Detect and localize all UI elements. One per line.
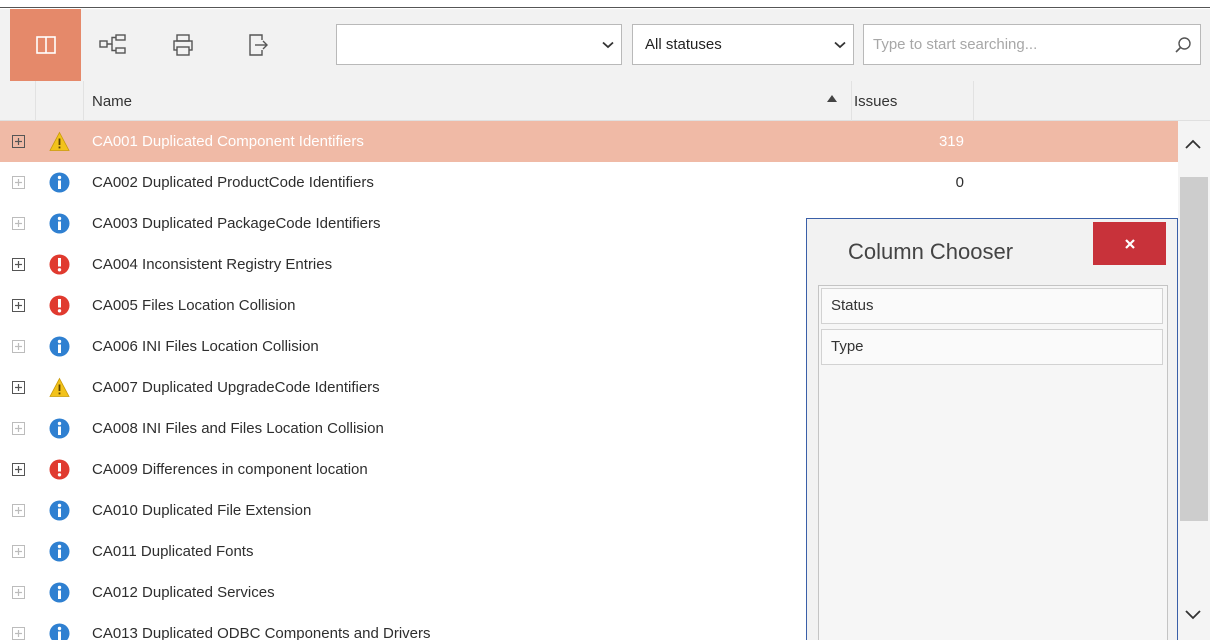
column-chooser-icon: [35, 36, 56, 54]
expand-icon[interactable]: [12, 340, 25, 353]
scroll-up-icon[interactable]: [1184, 138, 1202, 150]
warning-icon: [49, 131, 70, 152]
status-combobox-value: All statuses: [645, 36, 722, 53]
info-icon: [49, 213, 70, 234]
chevron-down-icon[interactable]: [827, 41, 853, 49]
expand-icon[interactable]: [12, 217, 25, 230]
search-input[interactable]: [864, 25, 1166, 64]
expand-icon[interactable]: [12, 545, 25, 558]
expand-icon[interactable]: [12, 463, 25, 476]
rule-name: CA010 Duplicated File Extension: [92, 502, 312, 519]
column-chooser-button[interactable]: [10, 9, 81, 81]
rule-name: CA008 INI Files and Files Location Colli…: [92, 420, 384, 437]
header-name-label: Name: [92, 92, 133, 110]
close-button[interactable]: [1093, 222, 1166, 265]
expand-icon[interactable]: [12, 381, 25, 394]
info-icon: [49, 336, 70, 357]
tree-icon: [99, 34, 126, 54]
header-name-column[interactable]: Name: [84, 81, 852, 121]
warning-icon: [49, 377, 70, 398]
scrollbar-thumb[interactable]: [1180, 177, 1208, 521]
sort-ascending-icon: [827, 95, 837, 102]
column-chooser-list: Status Type: [818, 285, 1168, 640]
info-icon: [49, 541, 70, 562]
error-icon: [49, 459, 70, 480]
column-chooser-title: Column Chooser: [848, 239, 1014, 264]
expand-icon[interactable]: [12, 135, 25, 148]
tree-view-button[interactable]: [92, 9, 134, 81]
rule-name: CA004 Inconsistent Registry Entries: [92, 256, 333, 273]
search-box: [863, 24, 1201, 65]
rule-name: CA006 INI Files Location Collision: [92, 338, 319, 355]
table-row[interactable]: CA001 Duplicated Component Identifiers 31…: [0, 121, 1178, 162]
info-icon: [49, 500, 70, 521]
column-item-status[interactable]: Status: [821, 288, 1163, 324]
grid-header: Name Issues: [0, 81, 1210, 121]
rule-name: CA007 Duplicated UpgradeCode Identifiers: [92, 379, 380, 396]
expand-icon[interactable]: [12, 504, 25, 517]
status-combobox[interactable]: All statuses: [632, 24, 854, 65]
column-chooser-dialog: Column Chooser Status Type: [806, 218, 1178, 640]
info-icon: [49, 623, 70, 640]
rule-name: CA011 Duplicated Fonts: [92, 543, 254, 560]
issues-count: 319: [938, 133, 964, 150]
column-item-type[interactable]: Type: [821, 329, 1163, 365]
info-icon: [49, 582, 70, 603]
scroll-down-icon[interactable]: [1184, 609, 1202, 621]
toolbar: All statuses: [0, 9, 1210, 81]
info-icon: [49, 172, 70, 193]
print-icon: [173, 34, 193, 56]
expand-icon[interactable]: [12, 586, 25, 599]
error-icon: [49, 254, 70, 275]
info-icon: [49, 418, 70, 439]
rule-name: CA013 Duplicated ODBC Components and Dri…: [92, 625, 431, 640]
table-row[interactable]: CA002 Duplicated ProductCode Identifiers…: [0, 162, 1178, 203]
export-button[interactable]: [238, 9, 278, 81]
rule-name: CA002 Duplicated ProductCode Identifiers: [92, 174, 374, 191]
expand-icon[interactable]: [12, 258, 25, 271]
export-icon: [249, 34, 268, 56]
header-issues-column[interactable]: Issues: [852, 81, 974, 121]
expand-icon[interactable]: [12, 176, 25, 189]
close-icon: [1124, 238, 1135, 249]
header-icon-column: [36, 81, 84, 121]
issues-count: 0: [955, 174, 964, 191]
rule-name: CA001 Duplicated Component Identifiers: [92, 133, 364, 150]
rule-name: CA003 Duplicated PackageCode Identifiers: [92, 215, 381, 232]
expand-icon[interactable]: [12, 422, 25, 435]
vertical-scrollbar[interactable]: [1178, 121, 1210, 640]
rule-name: CA012 Duplicated Services: [92, 584, 275, 601]
rule-name: CA009 Differences in component location: [92, 461, 368, 478]
filter-combobox[interactable]: [336, 24, 622, 65]
chevron-down-icon[interactable]: [595, 41, 621, 49]
expand-icon[interactable]: [12, 627, 25, 640]
header-expand-column: [0, 81, 36, 121]
search-icon[interactable]: [1166, 36, 1200, 54]
header-issues-label: Issues: [854, 92, 898, 110]
window-top-edge: [0, 0, 1210, 8]
print-button[interactable]: [163, 9, 203, 81]
error-icon: [49, 295, 70, 316]
rule-name: CA005 Files Location Collision: [92, 297, 296, 314]
expand-icon[interactable]: [12, 299, 25, 312]
